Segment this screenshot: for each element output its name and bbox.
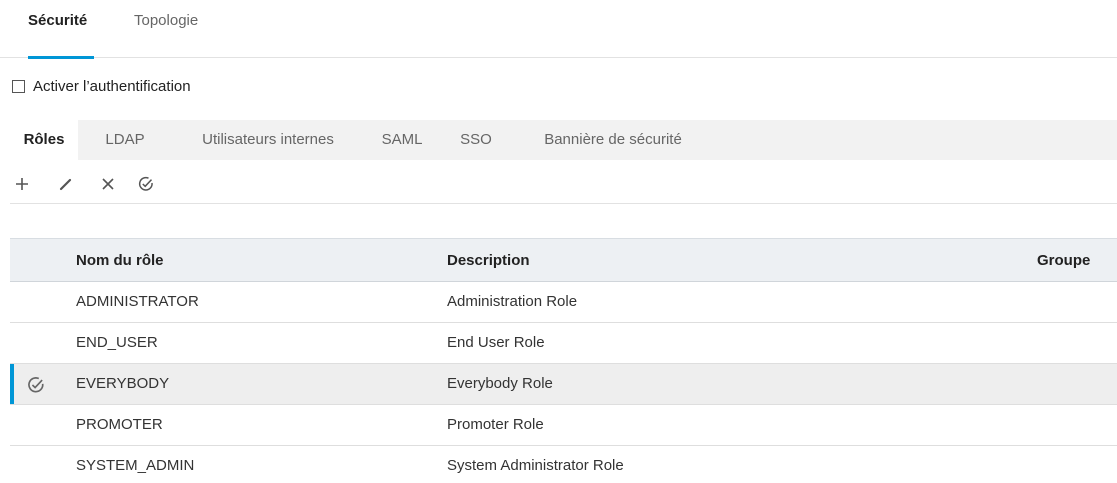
role-description-cell: Everybody Role	[447, 375, 553, 392]
role-name-cell: END_USER	[76, 334, 158, 351]
selection-indicator	[10, 364, 14, 404]
top-tab-bar: Sécurité Topologie	[0, 0, 1117, 59]
close-icon	[102, 178, 114, 190]
tab-securite-label: Sécurité	[28, 12, 88, 29]
roles-table: Nom du rôle Description Groupe ADMINISTR…	[10, 238, 1117, 483]
subtab-roles[interactable]: Rôles	[10, 120, 78, 160]
role-toolbar	[10, 168, 1117, 204]
subtab-sso[interactable]: SSO	[454, 120, 498, 160]
table-row[interactable]: END_USER End User Role	[10, 323, 1117, 364]
subtab-security-banner[interactable]: Bannière de sécurité	[524, 120, 702, 160]
subtab-ldap[interactable]: LDAP	[100, 120, 150, 160]
subtab-sso-label: SSO	[460, 131, 492, 148]
tab-topologie-label: Topologie	[134, 12, 199, 29]
check-circle-icon	[28, 377, 44, 393]
enable-authentication-checkbox[interactable]	[12, 79, 25, 93]
active-tab-indicator	[28, 56, 94, 59]
role-description-cell: Promoter Role	[447, 416, 544, 433]
role-name-cell: PROMOTER	[76, 416, 163, 433]
subtab-ldap-label: LDAP	[105, 131, 145, 148]
table-row[interactable]: ADMINISTRATOR Administration Role	[10, 282, 1117, 323]
plus-icon	[16, 178, 28, 190]
subtab-roles-label: Rôles	[23, 131, 65, 148]
enable-authentication-label[interactable]: Activer l’authentification	[33, 78, 191, 95]
column-header-group[interactable]: Groupe	[1037, 239, 1090, 283]
subtab-internal-users-label: Utilisateurs internes	[202, 131, 334, 148]
pencil-icon	[59, 178, 72, 191]
table-row[interactable]: SYSTEM_ADMIN System Administrator Role	[10, 446, 1117, 483]
column-header-description[interactable]: Description	[447, 239, 530, 283]
table-row[interactable]: PROMOTER Promoter Role	[10, 405, 1117, 446]
table-row-selected[interactable]: EVERYBODY Everybody Role	[10, 364, 1117, 405]
check-circle-icon	[138, 176, 153, 191]
subtab-saml[interactable]: SAML	[376, 120, 428, 160]
table-header: Nom du rôle Description Groupe	[10, 238, 1117, 282]
role-name-cell: SYSTEM_ADMIN	[76, 457, 195, 474]
set-default-role-button[interactable]	[134, 172, 158, 196]
edit-role-button[interactable]	[54, 172, 78, 196]
sub-tab-bar: Rôles LDAP Utilisateurs internes SAML SS…	[10, 120, 1117, 160]
role-name-cell: EVERYBODY	[76, 375, 170, 392]
role-description-cell: End User Role	[447, 334, 545, 351]
tab-topologie[interactable]: Topologie	[134, 12, 214, 58]
role-description-cell: Administration Role	[447, 293, 578, 310]
column-header-role-name[interactable]: Nom du rôle	[76, 239, 164, 283]
tab-securite[interactable]: Sécurité	[28, 12, 94, 59]
subtab-security-banner-label: Bannière de sécurité	[544, 131, 682, 148]
security-settings-page: Sécurité Topologie Activer l’authentific…	[0, 0, 1117, 483]
role-name-cell: ADMINISTRATOR	[76, 293, 199, 310]
role-description-cell: System Administrator Role	[447, 457, 624, 474]
add-role-button[interactable]	[10, 172, 34, 196]
subtab-saml-label: SAML	[381, 131, 423, 148]
delete-role-button[interactable]	[96, 172, 120, 196]
subtab-internal-users[interactable]: Utilisateurs internes	[176, 120, 360, 160]
enable-authentication-row: Activer l’authentification	[12, 75, 191, 97]
